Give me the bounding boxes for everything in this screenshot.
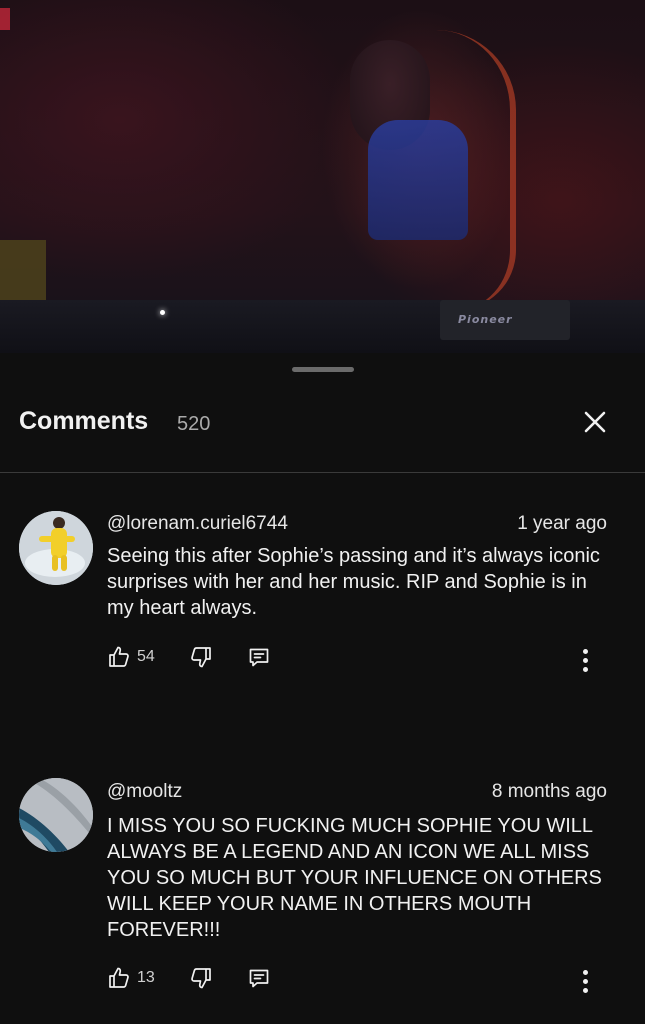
thumbs-up-icon — [109, 646, 129, 667]
mixer-brand-label: Pioneer — [458, 313, 513, 326]
close-button[interactable] — [578, 405, 612, 439]
comments-count: 520 — [177, 413, 211, 435]
more-dot — [582, 978, 588, 984]
like-count: 54 — [137, 648, 155, 665]
comment-text: Seeing this after Sophie’s passing and i… — [107, 545, 600, 619]
like-button[interactable]: 54 — [107, 645, 155, 669]
comments-panel: Comments 520 @lorenam.curiel6744 1 year … — [0, 353, 645, 1024]
comment-item: @lorenam.curiel6744 1 year ago Seeing th… — [0, 508, 645, 688]
like-count: 13 — [137, 969, 155, 986]
more-vertical-icon — [582, 648, 588, 654]
comment-text: I MISS YOU SO FUCKING MUCH SOPHIE YOU WI… — [107, 815, 602, 941]
dislike-button[interactable] — [189, 645, 213, 669]
performer-body — [368, 120, 468, 240]
more-dot — [582, 657, 588, 663]
reply-comment-icon — [249, 648, 269, 667]
more-dot — [582, 666, 588, 672]
avatar-image — [19, 778, 93, 852]
stage-light — [160, 310, 165, 315]
comment-time: 8 months ago — [491, 781, 607, 802]
comments-title: Comments — [19, 407, 149, 435]
comment-author[interactable]: @mooltz — [107, 781, 182, 803]
reply-button[interactable] — [247, 645, 271, 669]
more-options-button[interactable] — [575, 645, 595, 675]
comment-author[interactable]: @lorenam.curiel6744 — [107, 513, 288, 535]
avatar[interactable] — [19, 511, 93, 585]
avatar-image — [19, 511, 93, 585]
comment-item: @mooltz 8 months ago I MISS YOU SO FUCKI… — [0, 778, 645, 1018]
reply-button[interactable] — [247, 966, 271, 990]
background-screen — [0, 240, 46, 308]
thumbs-up-icon — [109, 967, 129, 988]
reply-comment-icon — [249, 969, 269, 988]
exit-sign — [0, 8, 10, 30]
header-divider — [0, 472, 645, 473]
video-player[interactable]: Pioneer — [0, 0, 645, 353]
like-button[interactable]: 13 — [107, 966, 155, 990]
thumbs-down-icon — [191, 968, 211, 989]
drag-handle[interactable] — [292, 367, 354, 372]
comment-time: 1 year ago — [517, 513, 607, 534]
close-icon — [584, 411, 606, 433]
more-options-button[interactable] — [575, 966, 595, 996]
more-vertical-icon — [582, 969, 588, 975]
dislike-button[interactable] — [189, 966, 213, 990]
thumbs-down-icon — [191, 647, 211, 668]
avatar[interactable] — [19, 778, 93, 852]
more-dot — [582, 987, 588, 993]
